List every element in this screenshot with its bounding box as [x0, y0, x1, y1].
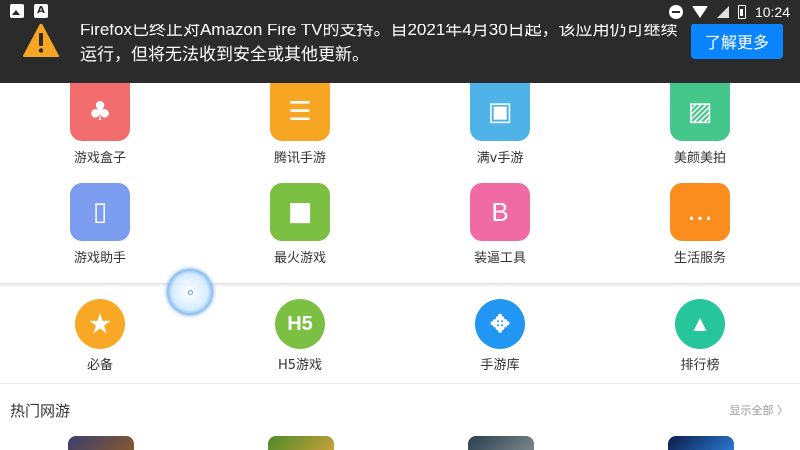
app-screen: Firefox已终止对Amazon Fire TV的支持。自2021年4月30日… [0, 0, 800, 450]
image-icon: ▨ [670, 83, 730, 141]
grid-item-label: 腾讯手游 [273, 151, 326, 166]
status-bar: A 10:24 [0, 0, 800, 24]
grid-item-label: 生活服务 [673, 251, 726, 266]
grid-item-manv-games[interactable]: ▣ 满v手游 [440, 83, 560, 166]
grid-item-label: 满v手游 [476, 151, 524, 166]
nav-label: 手游库 [480, 358, 520, 373]
grid-item-life-services[interactable]: … 生活服务 [640, 183, 760, 266]
warning-icon [23, 23, 59, 57]
star-icon: ★ [75, 299, 125, 349]
pointer-cursor [167, 269, 213, 315]
nav-game-library[interactable]: ✥ 手游库 [440, 299, 560, 373]
tablet-icon: ▯ [70, 183, 130, 241]
nav-label: 排行榜 [680, 358, 720, 373]
nav-essentials[interactable]: ★ 必备 [40, 299, 160, 373]
grid-item-tencent-games[interactable]: ☰ 腾讯手游 [240, 83, 360, 166]
notice-text: Firefox已终止对Amazon Fire TV的支持。自2021年4月30日… [80, 20, 678, 64]
nav-ranking[interactable]: ▲ 排行榜 [640, 299, 760, 373]
club-icon: ♣ [70, 83, 130, 141]
grid-item-game-box[interactable]: ♣ 游戏盒子 [40, 83, 160, 166]
show-all-link[interactable]: 显示全部 〉 [730, 402, 789, 418]
video-camera-icon: ■ [270, 183, 330, 241]
tv-icon: ▣ [470, 83, 530, 141]
grid-item-hot-games[interactable]: ■ 最火游戏 [240, 183, 360, 266]
image-icon [10, 4, 24, 18]
game-thumbnail[interactable] [468, 436, 534, 450]
letter-b-icon: B [470, 183, 530, 241]
section-divider [0, 283, 800, 287]
learn-more-button[interactable]: 了解更多 [691, 23, 783, 59]
nav-label: H5游戏 [277, 358, 323, 373]
nav-label: 必备 [86, 358, 113, 373]
grid-item-game-assistant[interactable]: ▯ 游戏助手 [40, 183, 160, 266]
nav-h5-games[interactable]: H5 H5游戏 [240, 299, 360, 373]
section-separator [0, 383, 800, 384]
hot-section-title: 热门网游 [10, 402, 71, 420]
game-thumbnail[interactable] [68, 436, 134, 450]
grid-item-label: 美颜美拍 [673, 151, 726, 166]
status-time: 10:24 [754, 4, 790, 20]
game-thumbnail[interactable] [268, 436, 334, 450]
game-thumbnail[interactable] [668, 436, 734, 450]
h5-icon: H5 [275, 299, 325, 349]
sliders-icon: ☰ [270, 83, 330, 141]
grid-item-beauty-camera[interactable]: ▨ 美颜美拍 [640, 83, 760, 166]
grid-item-label: 游戏盒子 [73, 151, 126, 166]
category-grid: ♣ 游戏盒子 ☰ 腾讯手游 ▣ 满v手游 ▨ 美颜美拍 ▯ 游戏助手 ■ 最火游… [0, 83, 800, 283]
battery-icon [737, 5, 746, 19]
signal-icon [716, 6, 729, 18]
grid-item-label: 装逼工具 [473, 251, 526, 266]
a-app-icon: A [34, 4, 48, 18]
dnd-icon [668, 5, 683, 19]
chat-icon: … [670, 183, 730, 241]
grid-item-label: 最火游戏 [273, 251, 326, 266]
wifi-icon [691, 6, 708, 18]
grid-item-label: 游戏助手 [73, 251, 126, 266]
gamepad-icon: ✥ [475, 299, 525, 349]
grid-item-tools[interactable]: B 装逼工具 [440, 183, 560, 266]
android-icon: ▲ [675, 299, 725, 349]
